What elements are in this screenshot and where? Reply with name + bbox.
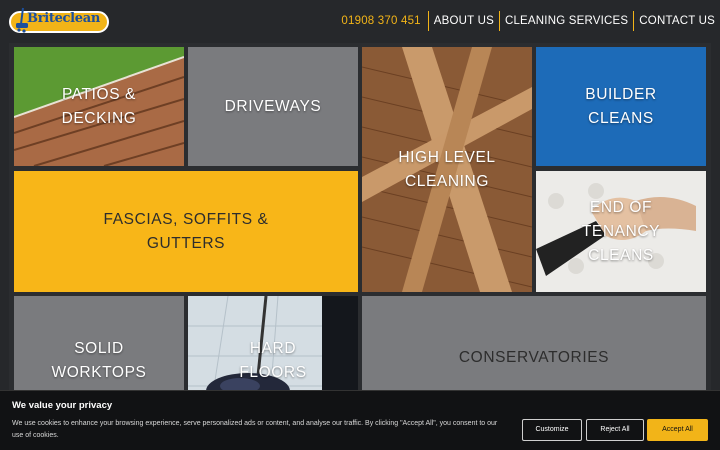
nav-phone-link[interactable]: 01908 370 451 [336, 11, 427, 31]
tile-label: CONSERVATORIES [458, 349, 610, 366]
tile-builder-cleans[interactable]: BUILDER CLEANS [536, 47, 706, 166]
briteclean-logo[interactable]: Briteclean [7, 6, 111, 38]
tile-label: HARD FLOORS [239, 340, 307, 381]
tile-label: HIGH LEVEL CLEANING [398, 148, 496, 190]
nav-about-us[interactable]: ABOUT US [429, 11, 499, 31]
accept-all-button[interactable]: Accept All [647, 419, 708, 441]
main-nav: 01908 370 451 ABOUT US CLEANING SERVICES… [336, 11, 720, 31]
reject-all-button[interactable]: Reject All [586, 419, 644, 441]
tile-label: PATIOS & DECKING [61, 85, 137, 127]
site-header: Briteclean 01908 370 451 ABOUT US CLEANI… [0, 0, 720, 43]
cookie-consent-banner: We value your privacy We use cookies to … [0, 390, 720, 450]
tile-driveways[interactable]: DRIVEWAYS [188, 47, 358, 166]
logo-text: Briteclean [27, 11, 101, 26]
tile-end-of-tenancy-cleans[interactable]: END OF TENANCY CLEANS [536, 171, 706, 292]
tile-label: DRIVEWAYS [224, 97, 322, 115]
tile-fascias-soffits-gutters[interactable]: FASCIAS, SOFFITS & GUTTERS [14, 171, 358, 292]
tile-patios-decking[interactable]: PATIOS & DECKING [14, 47, 184, 166]
cookie-title: We value your privacy [12, 400, 113, 411]
tile-label: END OF TENANCY CLEANS [581, 198, 661, 264]
nav-contact-us[interactable]: CONTACT US [634, 11, 720, 31]
cookie-description: We use cookies to enhance your browsing … [12, 420, 498, 439]
customize-button[interactable]: Customize [522, 419, 582, 441]
services-grid: PATIOS & DECKING DRIVEWAYS HIGH LEVEL CL… [9, 43, 711, 450]
nav-cleaning-services[interactable]: CLEANING SERVICES [500, 11, 633, 31]
tile-label: BUILDER CLEANS [585, 85, 657, 127]
tile-high-level-cleaning[interactable]: HIGH LEVEL CLEANING [362, 47, 532, 292]
tile-label: SOLID WORKTOPS [51, 340, 147, 381]
tile-label: FASCIAS, SOFFITS & GUTTERS [103, 210, 269, 252]
